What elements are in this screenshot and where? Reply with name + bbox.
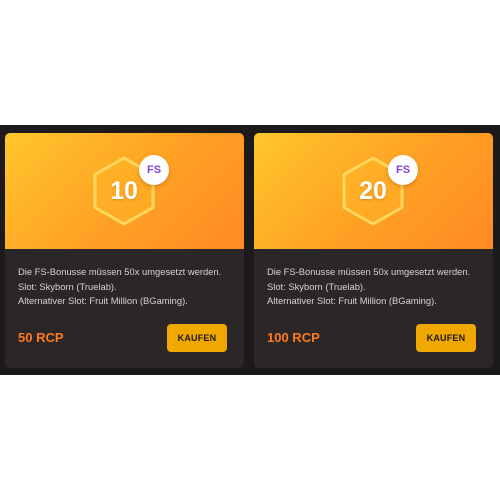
price-label: 50 RCP <box>18 330 64 345</box>
description-line: Die FS-Bonusse müssen 50x umgesetzt werd… <box>18 266 222 277</box>
card-description: Die FS-Bonusse müssen 50x umgesetzt werd… <box>267 265 485 309</box>
description-line: Slot: Skyborn (Truelab). <box>18 280 117 292</box>
price-label: 100 RCP <box>267 330 320 345</box>
card-header: 20 FS <box>254 133 493 249</box>
fs-badge-icon: FS <box>388 155 418 185</box>
card-header: 10 FS <box>5 133 244 249</box>
description-line: Alternativer Slot: Fruit Million (BGamin… <box>18 295 188 306</box>
description-line: Slot: Skyborn (Truelab). <box>267 280 366 292</box>
buy-button[interactable]: KAUFEN <box>167 324 227 352</box>
buy-button[interactable]: KAUFEN <box>416 324 476 352</box>
free-spins-card-20: 20 FS Die FS-Bonusse müssen 50x umgesetz… <box>254 133 493 368</box>
description-line: Alternativer Slot: Fruit Million (BGamin… <box>267 295 437 306</box>
fs-badge-icon: FS <box>139 155 169 185</box>
card-description: Die FS-Bonusse müssen 50x umgesetzt werd… <box>18 265 236 309</box>
description-line: Die FS-Bonusse müssen 50x umgesetzt werd… <box>267 266 471 277</box>
free-spins-card-10: 10 FS Die FS-Bonusse müssen 50x umgesetz… <box>5 133 244 368</box>
